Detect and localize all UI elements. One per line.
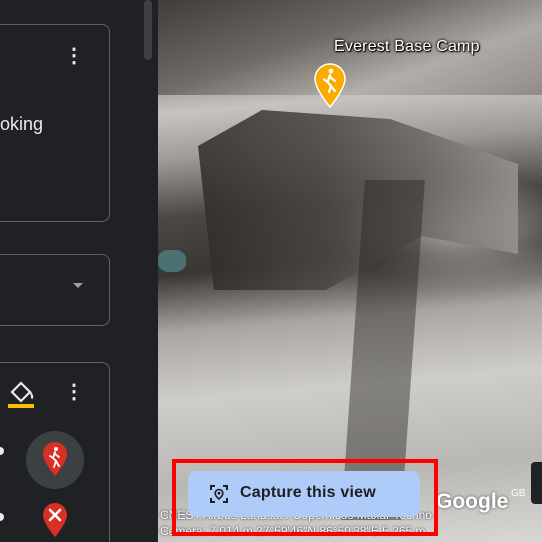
hiker-pin-icon [43,442,67,476]
glacial-lake [158,250,186,272]
map-control[interactable] [531,462,542,504]
place-label[interactable]: Everest Base Camp [334,38,480,56]
dropdown-arrow-icon [73,283,83,288]
close-pin-icon[interactable] [40,502,70,538]
style-more-options-icon[interactable]: ⋮ [64,382,84,402]
highlight-box [172,459,438,536]
card-more-options-icon[interactable]: ⋮ [64,46,84,66]
panel-scrollbar[interactable] [144,0,152,60]
paint-bucket-icon[interactable] [8,378,36,408]
side-panel: ⋮ oking ⋮ [0,0,158,542]
dropdown-field[interactable] [0,254,110,326]
google-logo: Google [436,490,509,513]
region-label: GB [511,488,526,499]
card-title: oking [0,114,44,134]
hiking-place-pin-icon[interactable] [312,62,348,108]
terrain-cliff [198,110,518,290]
